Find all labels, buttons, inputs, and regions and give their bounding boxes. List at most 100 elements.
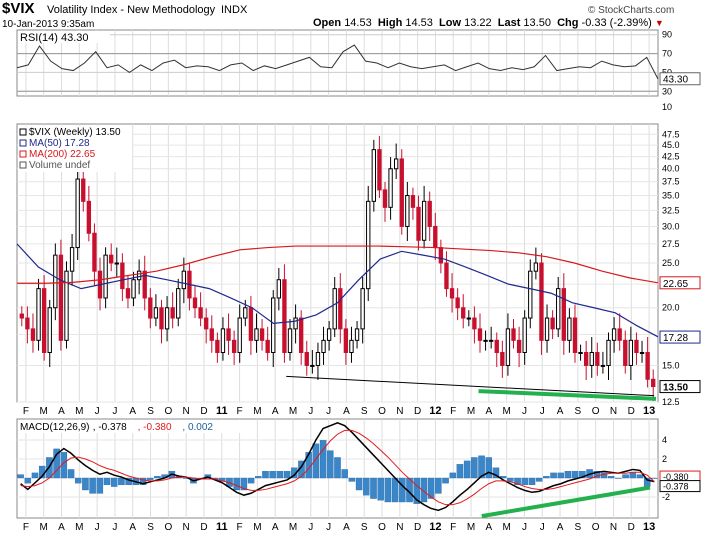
- rsi-tick-label: 10: [662, 102, 672, 112]
- candle-body: [544, 317, 550, 341]
- candle-body: [58, 254, 64, 341]
- x-tick-label: M: [502, 406, 510, 417]
- x-tick-label: A: [272, 406, 279, 417]
- stock-chart: 9070503010RSI(14) 43.3043.3047.545.042.5…: [16, 29, 701, 533]
- x-tick-label: J: [522, 522, 527, 533]
- candle-body: [522, 317, 527, 353]
- x-tick-label: J: [308, 522, 313, 533]
- candle-body: [477, 328, 483, 341]
- x-tick-label: 11: [216, 405, 228, 417]
- x-tick-label: 13: [643, 405, 655, 417]
- x-tick-label: M: [467, 522, 475, 533]
- macd-histogram-bar: [564, 471, 572, 479]
- x-tick-label: A: [343, 522, 350, 533]
- macd-histogram-bar: [377, 477, 384, 501]
- candle-body: [589, 351, 594, 366]
- price-legend-entry: MA(200) 22.65: [29, 149, 96, 160]
- x-tick-label: M: [502, 522, 510, 533]
- ma200-line: [17, 245, 659, 284]
- macd-histogram-bar: [67, 469, 75, 479]
- macd-histogram-bar: [629, 472, 637, 479]
- macd-legend-entry: , 0.002: [182, 422, 213, 433]
- price-tick-label: 32.5: [662, 205, 680, 215]
- candle-body: [556, 288, 561, 330]
- macd-histogram-bar: [355, 477, 363, 491]
- candle-body: [461, 307, 466, 319]
- macd-histogram-bar: [269, 471, 276, 479]
- macd-tick-label: -2: [662, 492, 670, 502]
- candle-body: [164, 307, 170, 330]
- macd-histogram-bar: [334, 457, 341, 479]
- candle-body: [567, 317, 572, 341]
- candle-body: [176, 288, 181, 319]
- macd-histogram-bar: [435, 477, 442, 494]
- candle-body: [92, 232, 97, 272]
- x-tick-label: M: [289, 522, 297, 533]
- candle-body: [36, 288, 41, 341]
- macd-histogram-bar: [399, 477, 406, 503]
- macd-histogram-bar: [442, 477, 449, 484]
- candle-body: [438, 247, 444, 264]
- x-tick-label: M: [253, 406, 261, 417]
- candle-body: [505, 328, 511, 366]
- x-tick-label: N: [396, 406, 403, 417]
- x-tick-label: A: [58, 522, 65, 533]
- macd-histogram-bar: [485, 457, 492, 479]
- rsi-tick-label: 90: [662, 30, 672, 40]
- macd-histogram-bar: [535, 477, 543, 482]
- price-tick-label: 35.0: [662, 191, 680, 201]
- candle-body: [354, 328, 360, 341]
- candle-body: [237, 317, 242, 353]
- macd-histogram-bar: [615, 477, 622, 479]
- x-tick-label: M: [289, 406, 297, 417]
- candle-body: [494, 339, 499, 353]
- candle-body: [332, 288, 337, 330]
- x-tick-label: S: [575, 522, 582, 533]
- macd-histogram-bar: [636, 474, 644, 479]
- x-tick-label: N: [610, 522, 617, 533]
- macd-histogram-bar: [607, 476, 615, 479]
- macd-histogram-bar: [17, 474, 24, 479]
- price-tick-label: 27.5: [662, 239, 680, 249]
- candle-body: [86, 200, 92, 234]
- macd-histogram-bar: [543, 476, 550, 479]
- candle-body: [287, 328, 293, 353]
- candle-body: [293, 317, 298, 330]
- x-tick-label: 12: [429, 405, 441, 417]
- price-tick-label: 12.5: [662, 397, 680, 407]
- candle-body: [600, 364, 606, 367]
- x-tick-label: A: [58, 406, 65, 417]
- macd-histogram-bar: [247, 477, 255, 484]
- x-tick-label: J: [540, 522, 545, 533]
- candle-body: [170, 307, 175, 319]
- support-trendline: [286, 375, 655, 397]
- candle-body: [215, 339, 220, 353]
- candle-body: [617, 328, 622, 341]
- x-tick-label: J: [95, 406, 100, 417]
- candle-body: [148, 297, 153, 319]
- macd-histogram-bar: [319, 440, 327, 479]
- x-tick-label: N: [396, 522, 403, 533]
- candle-body: [47, 307, 52, 353]
- candle-body: [488, 339, 494, 342]
- x-tick-label: D: [414, 406, 421, 417]
- macd-histogram-bar: [146, 477, 154, 480]
- x-tick-label: A: [557, 406, 564, 417]
- candle-body: [299, 317, 304, 353]
- candle-body: [449, 288, 455, 299]
- macd-histogram-bar: [276, 471, 284, 479]
- candle-body: [310, 364, 315, 367]
- candle-body: [583, 351, 589, 366]
- rsi-line: [16, 44, 659, 80]
- candle-body: [192, 297, 198, 309]
- candle-body: [53, 254, 58, 309]
- macd-histogram-bar: [528, 477, 536, 486]
- macd-histogram-bar: [463, 460, 471, 479]
- x-tick-label: A: [129, 522, 136, 533]
- x-tick-label: M: [75, 522, 83, 533]
- candle-body: [472, 317, 477, 330]
- x-tick-label: J: [95, 522, 100, 533]
- macd-legend-entry: MACD(12,26,9): [20, 422, 89, 433]
- candle-body: [125, 288, 131, 299]
- x-tick-label: O: [592, 406, 600, 417]
